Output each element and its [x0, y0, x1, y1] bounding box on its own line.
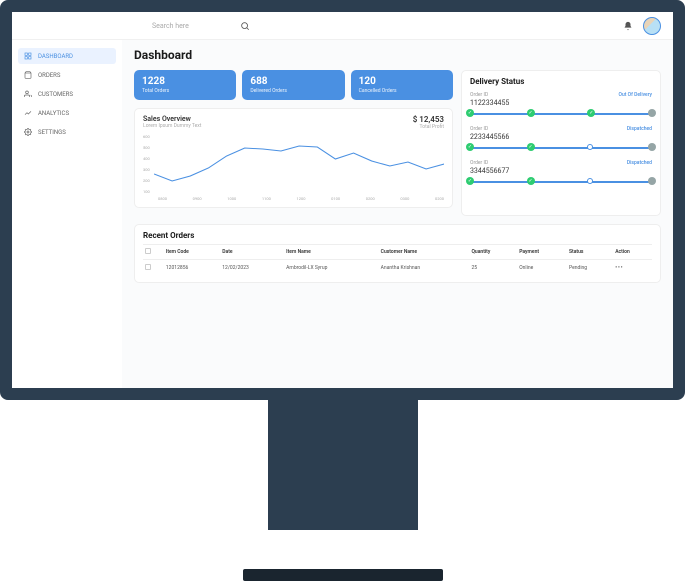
delivery-track — [470, 178, 652, 186]
stat-value: 120 — [359, 76, 445, 87]
chart-total-label: Total Profit — [413, 124, 444, 130]
column-header: Date — [220, 245, 284, 260]
more-icon[interactable]: ••• — [615, 265, 623, 271]
track-step-icon — [648, 177, 656, 185]
stat-card-total: 1228 Total Orders — [134, 70, 236, 100]
order-id-label: Order ID — [470, 160, 488, 166]
track-step-icon — [527, 177, 535, 185]
analytics-icon — [24, 109, 32, 117]
track-step-icon — [648, 109, 656, 117]
stat-value: 688 — [250, 76, 336, 87]
delivery-status-card: Delivery Status Order ID Out Of Delivery1… — [461, 70, 661, 216]
sidebar-item-label: ORDERS — [38, 72, 60, 79]
delivery-status-text: Dispatched — [627, 126, 652, 132]
stats-row: 1228 Total Orders 688 Delivered Orders 1… — [134, 70, 453, 100]
stat-card-cancelled: 120 Cancelled Orders — [351, 70, 453, 100]
cell-date: 12/02/2023 — [220, 260, 284, 277]
column-header: Quantity — [469, 245, 517, 260]
cell-code: 12012856 — [164, 260, 220, 277]
cell-payment: Online — [517, 260, 567, 277]
track-step-icon — [587, 144, 593, 150]
sidebar-item-customers[interactable]: CUSTOMERS — [18, 86, 116, 102]
order-id: 3344556677 — [470, 167, 652, 175]
recent-orders-table: Item CodeDateItem NameCustomer NameQuant… — [143, 244, 652, 276]
topbar — [12, 12, 673, 40]
track-step-icon — [587, 178, 593, 184]
customers-icon — [24, 90, 32, 98]
sidebar-item-analytics[interactable]: ANALYTICS — [18, 105, 116, 121]
column-header: Item Code — [164, 245, 220, 260]
track-step-icon — [466, 143, 474, 151]
delivery-item: Order ID Dispatched2233445566 — [470, 126, 652, 152]
page-title: Dashboard — [134, 48, 661, 62]
cell-qty: 25 — [469, 260, 517, 277]
recent-orders-card: Recent Orders Item CodeDateItem NameCust… — [134, 224, 661, 283]
content: Dashboard 1228 Total Orders 688 Delivere… — [122, 40, 673, 388]
table-row[interactable]: 1201285612/02/2023Ambrodil-LX SyrupAnant… — [143, 260, 652, 277]
dashboard-icon — [24, 52, 32, 60]
delivery-track — [470, 144, 652, 152]
delivery-title: Delivery Status — [470, 77, 652, 86]
stat-card-delivered: 688 Delivered Orders — [242, 70, 344, 100]
settings-icon — [24, 128, 32, 136]
track-step-icon — [466, 109, 474, 117]
search-input[interactable] — [152, 22, 232, 30]
search-box[interactable] — [152, 21, 272, 31]
track-step-icon — [587, 109, 595, 117]
sidebar-item-label: CUSTOMERS — [38, 91, 73, 98]
order-id: 2233445566 — [470, 133, 652, 141]
sidebar: DASHBOARD ORDERS CUSTOMERS ANALYTICS SET… — [12, 40, 122, 388]
chart-total-value: $ 12,453 — [413, 115, 444, 124]
stat-label: Total Orders — [142, 88, 228, 94]
delivery-item: Order ID Out Of Delivery1122334455 — [470, 92, 652, 118]
sidebar-item-label: SETTINGS — [38, 129, 66, 136]
sidebar-item-settings[interactable]: SETTINGS — [18, 124, 116, 140]
sidebar-item-orders[interactable]: ORDERS — [18, 67, 116, 83]
bell-icon[interactable] — [623, 21, 633, 31]
delivery-item: Order ID Dispatched3344556677 — [470, 160, 652, 186]
column-header: Payment — [517, 245, 567, 260]
order-id: 1122334455 — [470, 99, 652, 107]
delivery-status-text: Out Of Delivery — [619, 92, 652, 98]
sales-chart-card: Sales Overview Lorem Ipsum Dummy Text $ … — [134, 108, 453, 208]
chart-plot — [154, 134, 444, 194]
cell-item: Ambrodil-LX Syrup — [284, 260, 379, 277]
row-checkbox[interactable] — [143, 260, 164, 277]
track-step-icon — [648, 143, 656, 151]
stat-label: Delivered Orders — [250, 88, 336, 94]
chart-title: Sales Overview — [143, 115, 201, 123]
column-header: Customer Name — [379, 245, 470, 260]
chart-subtitle: Lorem Ipsum Dummy Text — [143, 123, 201, 129]
recent-title: Recent Orders — [143, 231, 652, 240]
column-header: Item Name — [284, 245, 379, 260]
chart-y-axis: 600500400300200100 — [143, 134, 150, 194]
search-icon — [240, 21, 250, 31]
sidebar-item-dashboard[interactable]: DASHBOARD — [18, 48, 116, 64]
track-step-icon — [527, 109, 535, 117]
cell-customer: Anantha Krishnan — [379, 260, 470, 277]
chart-x-axis: 080009001000110012000100020003000200 — [158, 196, 444, 201]
track-step-icon — [527, 143, 535, 151]
column-header: Action — [613, 245, 652, 260]
stat-value: 1228 — [142, 76, 228, 87]
action-button[interactable]: ••• — [613, 260, 652, 277]
checkbox-header[interactable] — [143, 245, 164, 260]
track-step-icon — [466, 177, 474, 185]
delivery-status-text: Dispatched — [627, 160, 652, 166]
avatar[interactable] — [643, 17, 661, 35]
orders-icon — [24, 71, 32, 79]
order-id-label: Order ID — [470, 126, 488, 132]
sidebar-item-label: DASHBOARD — [38, 53, 73, 60]
column-header: Status — [567, 245, 613, 260]
sidebar-item-label: ANALYTICS — [38, 110, 69, 117]
cell-status: Pending — [567, 260, 613, 277]
delivery-track — [470, 110, 652, 118]
stat-label: Cancelled Orders — [359, 88, 445, 94]
order-id-label: Order ID — [470, 92, 488, 98]
